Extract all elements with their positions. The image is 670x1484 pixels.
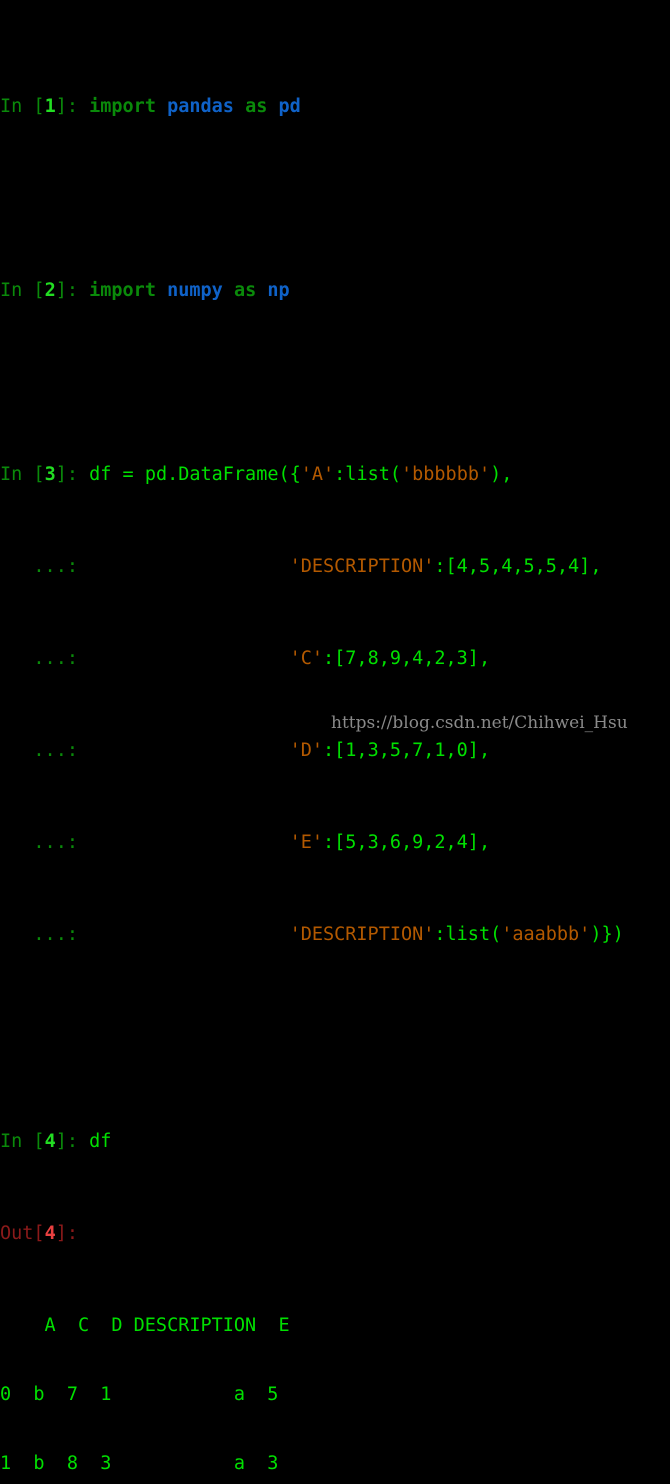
module-name-numpy: numpy [167, 280, 223, 301]
code-list-values: :[7,8,9,4,2,3], [323, 648, 491, 669]
code-list-call: :list( [334, 464, 401, 485]
continuation-prompt: ...: [0, 924, 90, 945]
input-line-4[interactable]: In [4]: df [0, 1130, 670, 1153]
alias-np: np [267, 280, 290, 301]
prompt-bracket-open: [ [33, 96, 45, 117]
continuation-prompt: ...: [0, 740, 90, 761]
code-list-values: :[5,3,6,9,2,4], [323, 832, 491, 853]
continuation-prompt: ...: [0, 556, 90, 577]
prompt-in-label: In [0, 464, 34, 485]
code-list-values: :[1,3,5,7,1,0], [323, 740, 491, 761]
string-key-d: 'D' [289, 740, 324, 761]
continuation-line-4[interactable]: ...: 'E':[5,3,6,9,2,4], [0, 831, 670, 854]
code-list-values: :[4,5,4,5,5,4], [434, 556, 602, 577]
continuation-line-5[interactable]: ...: 'DESCRIPTION':list('aaabbb')}) [0, 923, 670, 946]
prompt-in-label: In [0, 1131, 34, 1152]
prompt-bracket-close: ]: [55, 464, 90, 485]
continuation-line-3[interactable]: ...: 'D':[1,3,5,7,1,0], [0, 739, 670, 762]
continuation-line-1[interactable]: ...: 'DESCRIPTION':[4,5,4,5,5,4], [0, 555, 670, 578]
prompt-bracket-open: [ [33, 1131, 45, 1152]
prompt-out-label: Out [0, 1223, 34, 1244]
table-row: 0 b 7 1 a 5 [0, 1384, 279, 1405]
terminal-console[interactable]: In [1]: import pandas as pd In [2]: impo… [0, 0, 670, 1474]
prompt-bracket-close: ]: [55, 280, 90, 301]
code-close-brace: )}) [590, 924, 624, 945]
module-name-pandas: pandas [167, 96, 234, 117]
prompt-bracket-close: ]: [55, 1131, 90, 1152]
prompt-number: 2 [44, 280, 56, 301]
string-key-c: 'C' [289, 648, 324, 669]
prompt-bracket-open: [ [33, 280, 45, 301]
code-list-call: :list( [434, 924, 502, 945]
alias-pd: pd [278, 96, 301, 117]
dataframe-header-row: A C D DESCRIPTION E [0, 1315, 290, 1336]
watermark-url: https://blog.csdn.net/Chihwei_Hsu [331, 713, 628, 733]
keyword-import: import [89, 96, 156, 117]
continuation-prompt: ...: [0, 832, 90, 853]
prompt-bracket-close: ]: [55, 1223, 90, 1244]
continuation-prompt: ...: [0, 648, 90, 669]
prompt-number: 1 [44, 96, 56, 117]
continuation-line-2[interactable]: ...: 'C':[7,8,9,4,2,3], [0, 647, 670, 670]
code-dataframe-call: df = pd.DataFrame({ [89, 464, 301, 485]
prompt-bracket-open: [ [33, 464, 45, 485]
code-close-paren: ), [490, 464, 513, 485]
prompt-in-label: In [0, 96, 34, 117]
prompt-number: 4 [44, 1223, 56, 1244]
string-key-e: 'E' [289, 832, 324, 853]
indent-pad [89, 740, 289, 761]
string-value-aaabbb: 'aaabbb' [501, 924, 591, 945]
output-prompt-4: Out[4]: [0, 1222, 670, 1245]
keyword-as: as [233, 280, 257, 301]
indent-pad [89, 556, 289, 577]
keyword-import: import [89, 280, 156, 301]
indent-pad [89, 648, 289, 669]
prompt-number: 4 [44, 1131, 56, 1152]
string-key-a: 'A' [300, 464, 335, 485]
indent-pad [89, 924, 289, 945]
string-key-description: 'DESCRIPTION' [289, 556, 435, 577]
input-line-3[interactable]: In [3]: df = pd.DataFrame({'A':list('bbb… [0, 463, 670, 486]
prompt-bracket-close: ]: [55, 96, 90, 117]
input-line-1[interactable]: In [1]: import pandas as pd [0, 95, 670, 118]
prompt-number: 3 [44, 464, 56, 485]
string-key-description-2: 'DESCRIPTION' [289, 924, 435, 945]
code-df: df [89, 1131, 112, 1152]
table-row: 1 b 8 3 a 3 [0, 1453, 279, 1474]
prompt-bracket-open: [ [33, 1223, 45, 1244]
prompt-in-label: In [0, 280, 34, 301]
input-line-2[interactable]: In [2]: import numpy as np [0, 279, 670, 302]
keyword-as: as [245, 96, 268, 117]
indent-pad [89, 832, 289, 853]
string-value-bbbbbb: 'bbbbbb' [401, 464, 491, 485]
